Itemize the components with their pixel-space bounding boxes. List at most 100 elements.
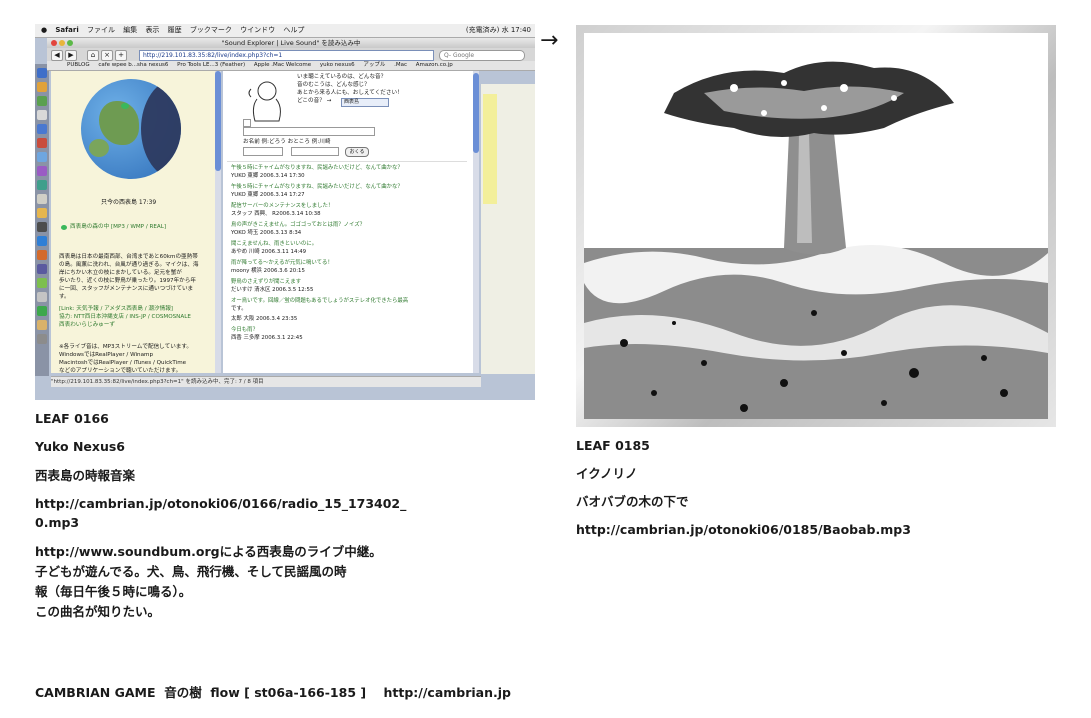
guestbook-message: オー鳥いです。回線／蛍の問題もあるでしょうがステレオ化できたら最高 [231,298,409,304]
left-url-line1: http://cambrian.jp/otonoki06/0166/radio_… [35,496,407,511]
dock-app-icon [37,82,47,92]
speaker-icon [61,225,67,230]
menu-item-bookmarks: ブックマーク [189,26,232,34]
left-title: 西表島の時報音楽 [35,468,136,483]
guestbook-signature: YUKO 東郷 2006.3.14 17:27 [231,192,305,198]
dock-app-icon [37,306,47,316]
form-labels: お名前 例:どろう おところ 例:川崎 [243,139,331,145]
player-notes: ※各ライブ音は、MP3ストリームで配信しています。 WindowsではRealP… [59,344,193,374]
left-leaf-id: LEAF 0166 [35,411,109,426]
safari-screenshot: ● Safari ファイル 編集 表示 履歴 ブックマーク ウインドウ ヘルプ … [35,24,535,400]
bookmark-item: Pro Tools LE...3 (Feather) [177,62,246,68]
page-footer: CAMBRIAN GAME 音の樹 flow [ st06a-166-185 ]… [35,685,512,700]
trash-icon [37,334,47,344]
browser-toolbar: ◀ ▶ ⌂ × + http://219.101.83.35:82/live/i… [47,48,535,61]
bookmark-item: Apple .Mac Welcome [253,62,312,68]
live-sound-left-pane: 只今の西表島 17:39 西表島の森の中 [MP3 / WMP / REAL] … [51,71,217,374]
dock-app-icon [37,138,47,148]
dock-app-icon [37,250,47,260]
bookmark-item: yuko nexus6 [319,62,355,68]
window-title: "Sound Explorer | Live Sound" を読み込み中 [221,39,361,47]
guestbook-message: 野鳥のさえずりが聞こえます [231,279,302,285]
dock-app-icon [37,194,47,204]
minimize-window-icon [59,40,65,46]
dock-app-icon [37,292,47,302]
menu-item-edit: 編集 [123,26,138,34]
dock [35,64,49,376]
dock-app-icon [37,264,47,274]
dock-app-icon [37,96,47,106]
guestbook-signature: moony 横浜 2006.3.6 20:15 [231,268,305,274]
bookmark-item: .Mac [394,62,407,68]
island-description: 西表島は日本の最南西部、台湾まであと60kmの亜熱帯 の島。風薫に洗われ、台風が… [59,254,199,300]
related-links: [Link: 天気予報 / アメダス西表島 / 潮汐情報] 協力: NTT西日本… [59,306,191,328]
dock-app-icon [37,152,47,162]
menu-item-window: ウインドウ [240,26,276,34]
guestbook-signature: YUKO 東郷 2006.3.14 17:30 [231,173,305,179]
place-input [291,147,339,156]
menu-item-history: 履歴 [167,26,182,34]
forward-button: ▶ [65,50,77,61]
location-marker-icon [121,103,129,109]
menu-item-safari: Safari [55,26,79,34]
left-url-line2: 0.mp3 [35,515,80,530]
submit-button: おくる [345,147,369,157]
right-title: バオバブの木の下で [576,494,689,509]
guestbook-message: 午後５時にチャイムがなりますね、民謡みたいだけど、なんて曲かな？ [231,165,403,171]
back-button: ◀ [51,50,63,61]
background-yellow-window [483,94,497,204]
left-pane-scrollbar [215,71,221,373]
guestbook-signature: YOKO 埼玉 2006.3.13 8:34 [231,230,302,236]
menu-bar: ● Safari ファイル 編集 表示 履歴 ブックマーク ウインドウ ヘルプ … [35,24,535,38]
status-bar: "http://219.101.83.35:82/live/index.php3… [51,376,481,387]
local-time: 只今の西表島 17:39 [101,199,157,206]
menu-clock: (充電済み) 水 17:40 [465,26,531,34]
dock-app-icon [37,166,47,176]
menu-item-help: ヘルプ [283,26,305,34]
guestbook-message: 聞こえませんね、雨きといいのに。 [231,241,318,247]
dock-app-icon [37,180,47,190]
comment-input [243,127,375,136]
guestbook-message-continued: です。 [231,306,247,312]
stop-button: × [101,50,113,61]
baobab-tree-image [584,33,1048,419]
name-input [243,147,283,156]
bookmark-item: cafe wpee b...sha nexus6 [98,62,169,68]
baobab-tree-picture [584,33,1048,419]
bookmark-item: PUBLOG [67,62,90,68]
bookmarks-bar: PUBLOG cafe wpee b...sha nexus6 Pro Tool… [47,61,535,71]
window-title-bar: "Sound Explorer | Live Sound" を読み込み中 [47,38,535,48]
dock-app-icon [37,208,47,218]
left-description: http://www.soundbum.orgによる西表島のライブ中継。 子ども… [35,544,382,619]
guestbook-signature: スタッフ 西興、 R2006.3.14 10:38 [231,211,321,217]
menu-item-view: 表示 [145,26,160,34]
checkbox [243,119,251,127]
guestbook-signature: だいすけ 清水区 2006.3.5 12:55 [231,287,314,293]
baobab-picture-frame [576,25,1056,427]
dock-app-icon [37,68,47,78]
guestbook-signature: あやめ 川崎 2006.3.11 14:49 [231,249,307,255]
dock-app-icon [37,222,47,232]
right-url: http://cambrian.jp/otonoki06/0185/Baobab… [576,522,911,537]
add-bookmark-button: + [115,50,127,61]
home-button: ⌂ [87,50,99,61]
guestbook-message: 今日も雨？ [231,327,258,333]
guestbook-scrollbar [473,71,479,373]
guestbook-message: 鳥の声がきこえません。ゴゴゴっておとは雨？ノイズ？ [231,222,366,228]
guestbook-signature: 太郎 大阪 2006.3.4 23:35 [231,316,298,322]
dock-app-icon [37,278,47,288]
right-leaf-id: LEAF 0185 [576,438,650,453]
zoom-window-icon [67,40,73,46]
right-author: イクノリノ [576,466,638,481]
apple-icon: ● [41,26,48,34]
guestbook-message: 雨が降ってる～かえるが元気に鳴いてる！ [231,260,333,266]
guestbook-signature: 西香 三多摩 2006.3.1 22:45 [231,335,303,341]
bookmark-item: Amazon.co.jp [415,62,453,68]
location-select: 西表島 [341,98,389,107]
globe-image [81,79,181,179]
dock-app-icon [37,236,47,246]
guestbook-pane: いま聴こえているのは、どんな音？ 音のむこうは、どんな感じ？ あとから来る人にも… [223,71,473,373]
menu-item-file: ファイル [86,26,115,34]
bookmark-item: アップル [363,62,386,68]
stream-label: 西表島の森の中 [MP3 / WMP / REAL] [70,224,167,230]
